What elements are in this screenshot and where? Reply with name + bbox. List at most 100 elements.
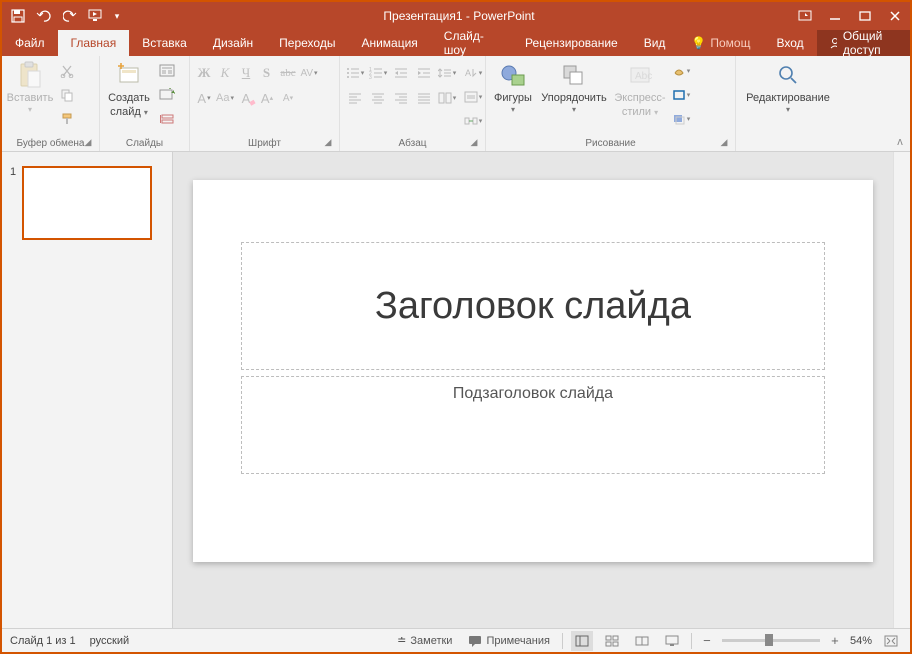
dialog-launcher-icon[interactable]: ◢ [321,137,335,151]
italic-button[interactable]: К [215,62,235,84]
comments-button[interactable]: Примечания [464,631,554,651]
group-paragraph: ▾ 123▾ ▾ ▾ A▾ ▾ ▾ Абзац ◢ [340,56,486,151]
slide-canvas[interactable]: Заголовок слайда Подзаголовок слайда [193,180,873,562]
font-color-button[interactable]: A▾ [194,87,214,109]
slide-sorter-view-icon[interactable] [601,631,623,651]
find-icon [773,60,803,90]
tab-design[interactable]: Дизайн [200,30,266,56]
zoom-in-button[interactable]: + [828,633,842,648]
close-icon[interactable] [880,4,910,28]
title-bar: ▾ Презентация1 - PowerPoint [2,2,910,30]
quick-styles-button[interactable]: Abc Экспресс- стили ▾ [612,58,668,118]
numbering-icon[interactable]: 123▾ [367,62,389,84]
slide-counter[interactable]: Слайд 1 из 1 [10,635,76,647]
minimize-icon[interactable] [820,4,850,28]
zoom-out-button[interactable]: − [700,633,714,648]
group-paragraph-label: Абзац [398,138,426,149]
ribbon-display-options-icon[interactable] [790,4,820,28]
editing-button[interactable]: Редактирование ▾ [740,58,836,115]
columns-icon[interactable]: ▾ [436,87,458,109]
collapse-ribbon-icon[interactable]: ʌ [890,56,910,151]
tell-me[interactable]: 💡Помощ [678,30,763,56]
shapes-label: Фигуры [494,92,532,104]
title-placeholder[interactable]: Заголовок слайда [241,242,825,370]
change-case-button[interactable]: Aa▾ [215,87,235,109]
tab-view[interactable]: Вид [631,30,679,56]
font-row-1: Ж К Ч S abc AV▾ [194,62,319,84]
cut-icon[interactable] [56,60,78,82]
slideshow-view-icon[interactable] [661,631,683,651]
language-indicator[interactable]: русский [90,635,129,647]
sign-in[interactable]: Вход [763,30,816,56]
section-icon[interactable] [156,108,178,130]
bullets-icon[interactable]: ▾ [344,62,366,84]
dialog-launcher-icon[interactable]: ◢ [717,137,731,151]
strikethrough-button[interactable]: abc [278,62,298,84]
format-painter-icon[interactable] [56,108,78,130]
clear-formatting-button[interactable]: A [236,87,256,109]
arrange-button[interactable]: Упорядочить ▾ [538,58,610,115]
tab-review[interactable]: Рецензирование [512,30,631,56]
redo-icon[interactable] [58,4,82,28]
underline-button[interactable]: Ч [236,62,256,84]
shapes-button[interactable]: Фигуры ▾ [490,58,536,115]
decrease-font-button[interactable]: A▾ [278,87,298,109]
text-direction-icon[interactable]: A▾ [462,62,484,84]
shape-fill-icon[interactable]: ▾ [670,60,692,82]
new-slide-button[interactable]: Создать слайд ▾ [104,58,154,118]
dialog-launcher-icon[interactable]: ◢ [467,137,481,151]
align-right-icon[interactable] [390,87,412,109]
justify-icon[interactable] [413,87,435,109]
vertical-scrollbar[interactable] [893,152,910,628]
tab-transitions[interactable]: Переходы [266,30,348,56]
layout-icon[interactable] [156,60,178,82]
save-icon[interactable] [6,4,30,28]
slide-editor-pane[interactable]: Заголовок слайда Подзаголовок слайда [173,152,893,628]
maximize-icon[interactable] [850,4,880,28]
notes-button[interactable]: ≐Заметки [393,631,456,651]
start-from-beginning-icon[interactable] [84,4,108,28]
thumbnail-preview[interactable] [22,166,152,240]
app-window: ▾ Презентация1 - PowerPoint Файл Главная… [0,0,912,654]
svg-text:Abc: Abc [635,71,652,82]
align-text-icon[interactable]: ▾ [462,86,484,108]
paste-button[interactable]: Вставить ▾ [6,58,54,115]
reading-view-icon[interactable] [631,631,653,651]
line-spacing-icon[interactable]: ▾ [436,62,458,84]
text-shadow-button[interactable]: S [257,62,277,84]
increase-font-button[interactable]: A▴ [257,87,277,109]
shape-outline-icon[interactable]: ▾ [670,84,692,106]
group-slides-label: Слайды [126,138,163,149]
subtitle-placeholder[interactable]: Подзаголовок слайда [241,376,825,474]
align-left-icon[interactable] [344,87,366,109]
tab-file[interactable]: Файл [2,30,58,56]
comment-icon [468,635,482,647]
copy-icon[interactable] [56,84,78,106]
dialog-launcher-icon[interactable]: ◢ [81,137,95,151]
smartart-icon[interactable]: ▾ [462,110,484,132]
share-button[interactable]: Общий доступ [817,30,910,56]
undo-icon[interactable] [32,4,56,28]
tab-insert[interactable]: Вставка [129,30,200,56]
tab-slideshow[interactable]: Слайд-шоу [431,30,512,56]
chevron-down-icon: ▾ [144,108,148,117]
shape-effects-icon[interactable]: ▾ [670,108,692,130]
reset-icon[interactable] [156,84,178,106]
zoom-percent[interactable]: 54% [850,635,872,647]
group-drawing-label: Рисование [585,138,635,149]
qat-customize-icon[interactable]: ▾ [110,4,124,28]
thumbnail-pane[interactable]: 1 [2,152,173,628]
normal-view-icon[interactable] [571,631,593,651]
zoom-slider-thumb[interactable] [765,634,773,646]
group-clipboard-label: Буфер обмена [17,138,85,149]
char-spacing-button[interactable]: AV▾ [299,62,319,84]
tab-home[interactable]: Главная [58,30,130,56]
slide-thumbnail-1[interactable]: 1 [10,166,164,240]
increase-indent-icon[interactable] [413,62,435,84]
zoom-slider[interactable] [722,639,820,642]
align-center-icon[interactable] [367,87,389,109]
decrease-indent-icon[interactable] [390,62,412,84]
bold-button[interactable]: Ж [194,62,214,84]
fit-to-window-icon[interactable] [880,631,902,651]
tab-animations[interactable]: Анимация [348,30,430,56]
